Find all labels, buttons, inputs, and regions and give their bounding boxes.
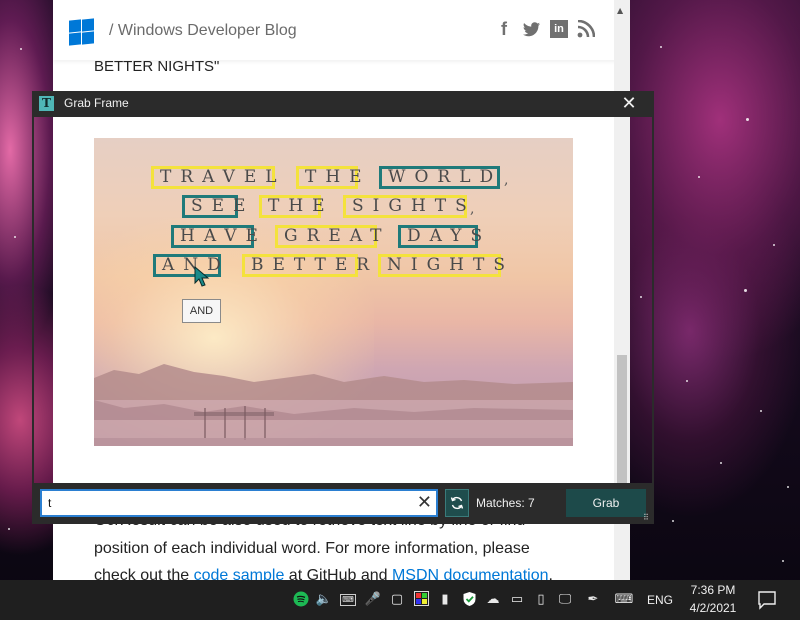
frame-border-left[interactable] [32, 117, 34, 483]
facebook-icon[interactable]: f [501, 19, 507, 40]
volume-icon[interactable]: 🔈 [315, 591, 333, 609]
document-icon[interactable]: ▢ [388, 591, 406, 609]
windows-logo-icon[interactable] [69, 18, 95, 46]
body-line-3-pre: check out the [94, 567, 194, 580]
pen-icon[interactable]: ✒ [584, 591, 602, 609]
spotify-icon[interactable] [292, 591, 310, 609]
body-line-2: position of each individual word. For mo… [94, 540, 530, 557]
body-line-3: check out the code sample at GitHub and … [94, 567, 553, 580]
frame-border-right[interactable] [652, 117, 654, 483]
language-indicator[interactable]: ENG [647, 593, 673, 607]
search-input-value: t [48, 496, 52, 510]
prev-heading-tail: BETTER NIGHTS" [94, 58, 220, 75]
body-line-3-mid: at GitHub and [284, 567, 392, 580]
clear-icon[interactable]: ✕ [417, 492, 432, 514]
linkedin-icon[interactable]: in [550, 20, 568, 38]
rss-icon[interactable] [577, 19, 596, 43]
matches-count: Matches: 7 [476, 496, 535, 510]
scroll-up-arrow-icon[interactable]: ▲ [617, 6, 623, 15]
tablet-icon[interactable]: ▭ [508, 591, 526, 609]
security-shield-icon[interactable] [460, 591, 478, 609]
refresh-icon [450, 496, 464, 510]
close-icon[interactable]: ✕ [618, 93, 640, 115]
clock-date: 4/2/2021 [689, 601, 737, 615]
grab-button[interactable]: Grab [566, 489, 646, 517]
twitter-icon[interactable] [523, 21, 541, 42]
grab-frame-window: T Grab Frame ✕ t ✕ Matches: 7 Grab ⠿ [32, 91, 654, 524]
resize-grip-icon[interactable]: ⠿ [643, 513, 649, 522]
grab-frame-toolbar: t ✕ Matches: 7 Grab ⠿ [32, 483, 654, 524]
grab-frame-titlebar[interactable]: T Grab Frame ✕ [32, 91, 654, 117]
body-line-3-post: . [548, 567, 553, 580]
keyboard-icon[interactable]: ⌨ [340, 594, 356, 606]
msdn-documentation-link[interactable]: MSDN documentation [392, 567, 549, 580]
grab-frame-title: Grab Frame [64, 96, 129, 110]
onedrive-icon[interactable]: ☁ [484, 591, 502, 609]
touch-keyboard-icon[interactable]: ⌨ [613, 591, 635, 609]
taskbar: 🔈 ⌨ 🎤 ▢ ▮ ☁ ▭ ▯ 🖵 ✒ ⌨ ENG 7:36 PM 4/2/20… [0, 580, 800, 620]
search-input[interactable]: t ✕ [40, 489, 438, 517]
color-picker-icon[interactable] [412, 591, 430, 609]
code-sample-link[interactable]: code sample [194, 567, 285, 580]
network-icon[interactable]: 🖵 [556, 591, 574, 609]
clock-time: 7:36 PM [690, 583, 736, 597]
text-grab-app-icon: T [39, 96, 54, 111]
blog-title[interactable]: / Windows Developer Blog [109, 22, 297, 40]
refresh-button[interactable] [445, 489, 469, 517]
notification-icon[interactable] [756, 589, 778, 611]
usb-icon[interactable]: ▯ [532, 591, 550, 609]
blog-header: / Windows Developer Blog f in [53, 0, 630, 60]
microphone-icon[interactable]: 🎤 [364, 591, 382, 609]
microphone-mute-icon[interactable]: ▮ [436, 591, 454, 609]
